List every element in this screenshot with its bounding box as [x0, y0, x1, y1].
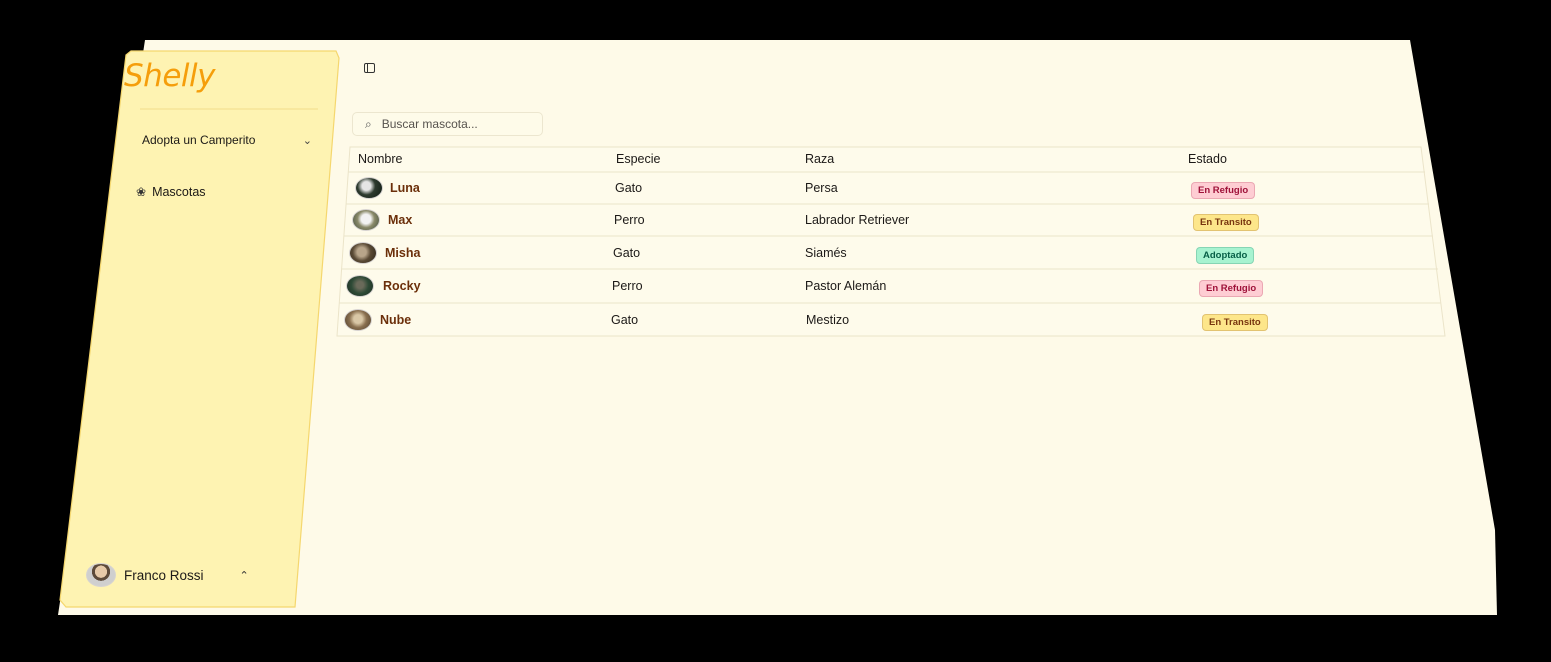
pet-avatar: [352, 209, 380, 231]
pets-table: [336, 146, 1446, 337]
status-badge: En Transito: [1202, 314, 1268, 331]
status-badge: En Transito: [1193, 214, 1259, 231]
pet-breed: Labrador Retriever: [805, 213, 910, 227]
pet-species: Gato: [611, 313, 639, 327]
status-badge: En Refugio: [1199, 280, 1264, 297]
pet-avatar: [346, 275, 374, 297]
status-badge: Adoptado: [1196, 247, 1255, 264]
status-badge: En Refugio: [1191, 182, 1256, 199]
pet-breed: Siamés: [805, 246, 847, 260]
pet-name-link[interactable]: Max: [388, 213, 412, 227]
pet-species: Gato: [615, 181, 643, 195]
pet-avatar: [349, 242, 377, 264]
pet-species: Gato: [613, 246, 641, 260]
header-estado: Estado: [1188, 152, 1227, 166]
pet-breed: Persa: [805, 181, 838, 195]
pet-breed: Mestizo: [806, 313, 850, 327]
pet-name-link[interactable]: Luna: [390, 181, 420, 195]
pet-name-link[interactable]: Rocky: [383, 279, 421, 293]
pet-avatar: [344, 309, 372, 331]
pet-name-link[interactable]: Misha: [385, 246, 420, 260]
pet-species: Perro: [612, 279, 643, 293]
pet-name-link[interactable]: Nube: [380, 313, 411, 327]
pet-species: Perro: [614, 213, 645, 227]
header-nombre: Nombre: [358, 152, 403, 166]
header-raza: Raza: [805, 152, 835, 166]
pet-avatar: [355, 177, 383, 199]
pet-breed: Pastor Alemán: [805, 279, 887, 293]
header-especie: Especie: [616, 152, 661, 166]
